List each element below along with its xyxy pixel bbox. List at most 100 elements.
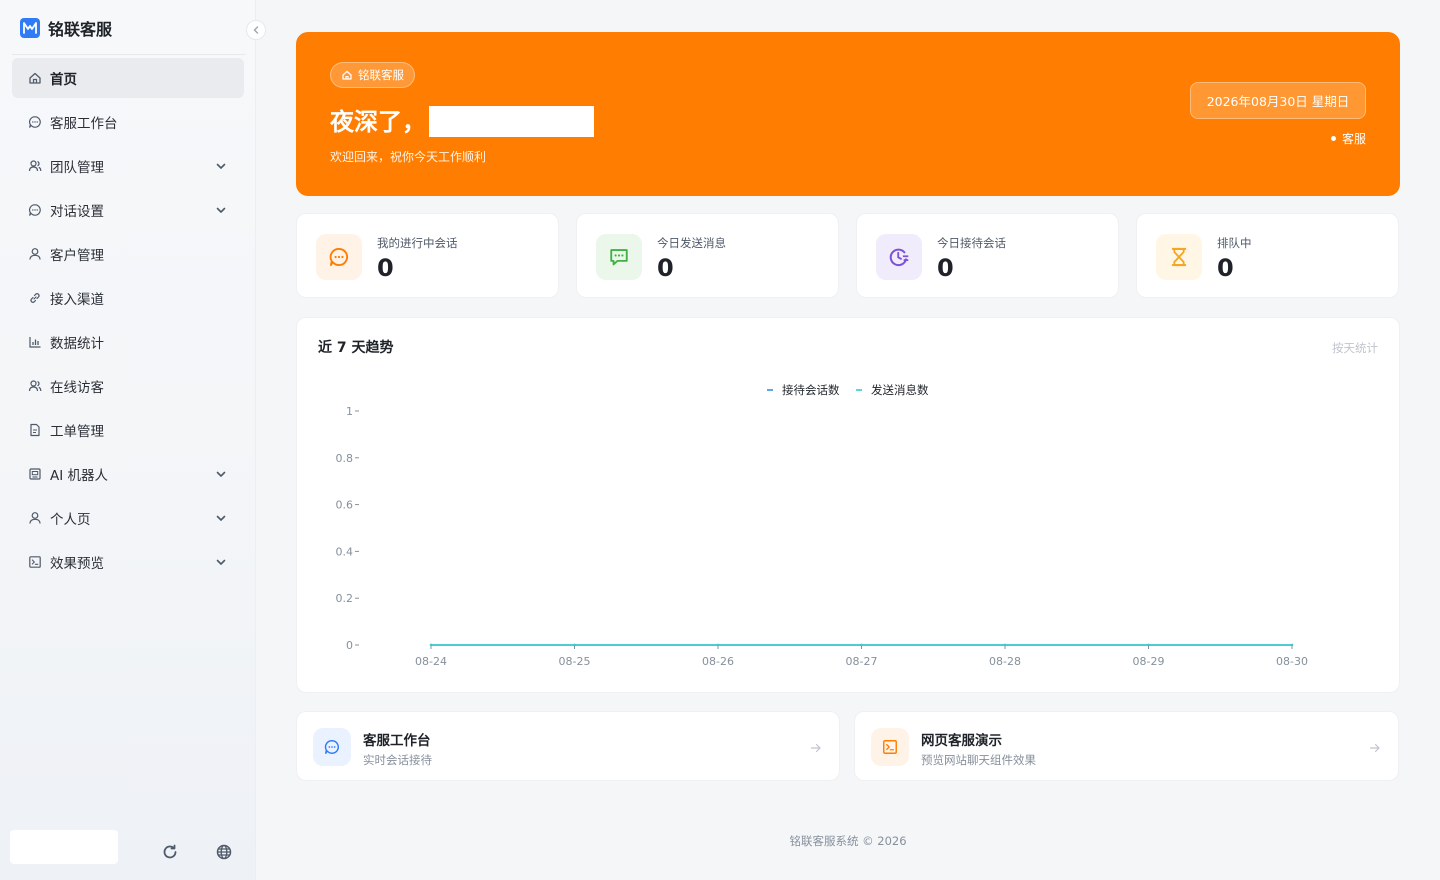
refresh-icon: [163, 844, 177, 859]
sidebar-item-label: 个人页: [50, 512, 91, 528]
terminal-icon: [28, 555, 42, 569]
sidebar-item-5[interactable]: 接入渠道: [12, 278, 244, 318]
x-tick-label: 08-25: [559, 655, 591, 668]
chat-bubble-icon: [28, 115, 42, 129]
sidebar-item-3[interactable]: 对话设置: [12, 190, 244, 230]
x-tick-label: 08-24: [415, 655, 447, 668]
stat-label: 今日接待会话: [937, 236, 1006, 250]
link-icon: [28, 291, 42, 305]
y-tick-label: 0.6: [336, 499, 354, 512]
sidebar-item-label: 团队管理: [50, 160, 104, 176]
chevron-down-icon[interactable]: [214, 203, 228, 217]
sidebar-item-4[interactable]: 客户管理: [12, 234, 244, 274]
sidebar-item-label: 数据统计: [50, 336, 104, 352]
sidebar-item-label: AI 机器人: [50, 468, 109, 484]
y-tick-label: 0.4: [336, 545, 354, 558]
bar-chart-icon: [28, 335, 42, 349]
chevron-down-icon[interactable]: [214, 511, 228, 525]
robot-icon: [28, 467, 42, 481]
sidebar-item-label: 工单管理: [50, 424, 104, 440]
trend-chart: 0 0.2 0.4 0.6 0.8 1 08-24 08-25 08-26 08-27 08-28 0…: [336, 383, 1308, 668]
sidebar-item-7[interactable]: 在线访客: [12, 366, 244, 406]
data-point: [1147, 643, 1150, 647]
hourglass-icon: [1156, 234, 1202, 280]
x-tick-label: 08-29: [1133, 655, 1165, 668]
sidebar-item-8[interactable]: 工单管理: [12, 410, 244, 450]
quick-link-title: 网页客服演示: [921, 733, 1002, 749]
y-tick-label: 0: [346, 639, 353, 652]
data-point: [429, 643, 433, 647]
chevron-down-icon[interactable]: [214, 159, 228, 173]
x-tick-label: 08-28: [989, 655, 1021, 668]
sidebar-item-9[interactable]: AI 机器人: [12, 454, 244, 494]
stat-value: 0: [937, 254, 954, 282]
sidebar-item-label: 效果预览: [50, 556, 104, 572]
chevron-down-icon[interactable]: [214, 555, 228, 569]
sidebar-user-avatar[interactable]: [10, 830, 118, 864]
greeting-title: 夜深了，: [330, 108, 426, 136]
sidebar-item-1[interactable]: 客服工作台: [12, 102, 244, 142]
data-point: [716, 643, 720, 647]
trend-card: 近 7 天趋势 按天统计 0 0.2 0.4 0.6 0.8 1 08-24 08-25 08-…: [296, 317, 1400, 693]
stat-label: 今日发送消息: [657, 236, 726, 250]
legend-label: 发送消息数: [871, 383, 929, 397]
sidebar-item-label: 接入渠道: [50, 292, 104, 308]
terminal-icon: [871, 728, 909, 766]
sidebar-item-label: 在线访客: [50, 380, 104, 396]
y-tick-label: 0.2: [336, 592, 354, 605]
chat-bubble-icon: [316, 234, 362, 280]
quick-link-card[interactable]: 网页客服演示预览网站聊天组件效果: [854, 711, 1399, 781]
x-tick-label: 08-30: [1276, 655, 1308, 668]
home-icon: [342, 70, 352, 80]
stat-label: 排队中: [1217, 236, 1252, 250]
redacted-username: [429, 106, 594, 137]
stat-card: 我的进行中会话 0: [296, 213, 559, 298]
stat-value: 0: [657, 254, 674, 282]
data-point: [860, 643, 863, 647]
arrow-right-icon: [1368, 740, 1382, 754]
user-icon: [28, 247, 42, 261]
message-icon: [596, 234, 642, 280]
y-tick-label: 0.8: [336, 452, 354, 465]
chat-bubble-icon: [28, 203, 42, 217]
sidebar-item-label: 客服工作台: [50, 116, 118, 132]
sidebar-item-11[interactable]: 效果预览: [12, 542, 244, 582]
brand-tag-label: 铭联客服: [358, 68, 404, 82]
refresh-button[interactable]: [160, 842, 180, 862]
team-icon: [28, 159, 42, 173]
brand-name: 铭联客服: [48, 20, 113, 39]
brand[interactable]: 铭联客服: [20, 16, 112, 40]
date-badge: 2026年08月30日 星期日: [1190, 82, 1366, 119]
data-point: [1003, 643, 1007, 647]
role-badge: 客服: [1330, 130, 1366, 147]
sidebar-item-label: 首页: [50, 72, 77, 88]
sidebar-item-10[interactable]: 个人页: [12, 498, 244, 538]
user-icon: [28, 511, 42, 525]
sidebar-item-6[interactable]: 数据统计: [12, 322, 244, 362]
chevron-down-icon[interactable]: [214, 467, 228, 481]
welcome-banner: 铭联客服 夜深了， 欢迎回来，祝你今天工作顺利 2026年08月30日 星期日 …: [296, 32, 1400, 196]
brand-tag: 铭联客服: [330, 62, 415, 88]
sidebar-item-0[interactable]: 首页: [12, 58, 244, 98]
legend-label: 接待会话数: [782, 383, 840, 397]
role-label: 客服: [1341, 132, 1366, 146]
stat-value: 0: [1217, 254, 1234, 282]
globe-icon: [216, 844, 232, 860]
quick-link-card[interactable]: 客服工作台实时会话接待: [296, 711, 840, 781]
y-tick-label: 1: [346, 405, 353, 418]
sidebar-item-label: 对话设置: [50, 204, 104, 220]
collapse-sidebar-button[interactable]: [246, 20, 266, 40]
quick-link-subtitle: 预览网站聊天组件效果: [921, 753, 1036, 767]
language-button[interactable]: [214, 842, 234, 862]
quick-link-subtitle: 实时会话接待: [363, 753, 432, 767]
quick-link-title: 客服工作台: [363, 733, 431, 749]
sidebar-item-2[interactable]: 团队管理: [12, 146, 244, 186]
home-icon: [28, 71, 42, 85]
x-tick-label: 08-26: [702, 655, 734, 668]
sidebar-item-label: 客户管理: [50, 248, 104, 264]
arrow-right-icon: [809, 740, 823, 754]
stat-label: 我的进行中会话: [377, 236, 458, 250]
chat-bubble-icon: [313, 728, 351, 766]
stat-card: 今日发送消息 0: [576, 213, 839, 298]
divider: [12, 54, 246, 55]
